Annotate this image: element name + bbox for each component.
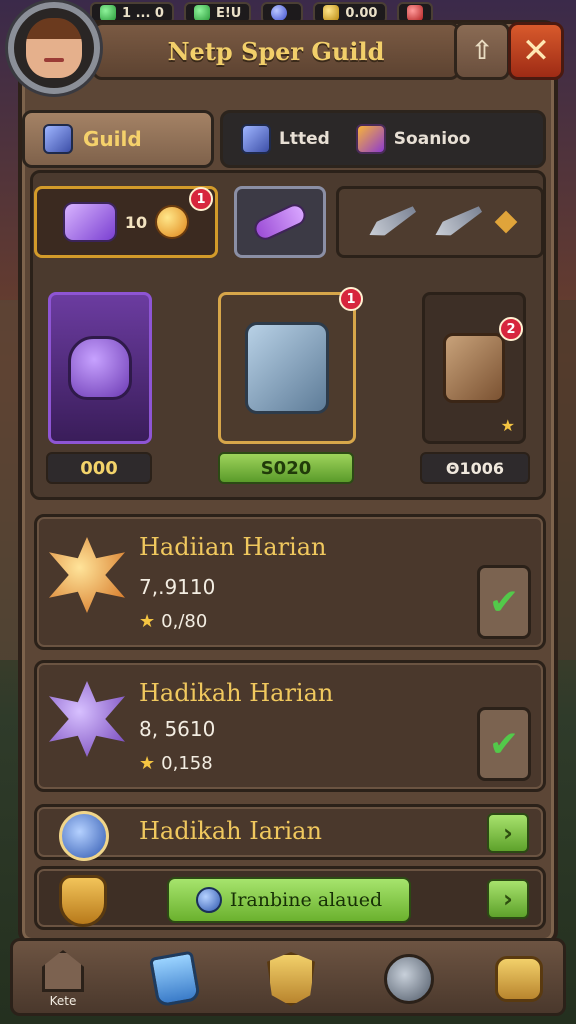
nav-map[interactable]	[377, 947, 441, 1011]
gold-orb-icon	[155, 205, 190, 239]
go-button[interactable]: ›	[487, 879, 529, 919]
purple-spirit-icon	[49, 681, 125, 757]
gold-shield-icon	[59, 875, 107, 927]
resource-value: E!U	[215, 5, 242, 21]
tab-group-secondary: Ltted Soanioo	[220, 110, 546, 168]
daily-reward-row: Hadikah Harian 8, 5610 ★ 0,158 ✔	[34, 660, 546, 792]
close-icon: ✕	[521, 31, 551, 71]
card-value: Θ1006	[420, 452, 530, 484]
relic-scroll-icon	[443, 333, 505, 403]
stone-golem-icon	[245, 322, 329, 414]
house-icon	[42, 950, 84, 992]
row-title: Hadikah Iarian	[139, 817, 322, 845]
gold-diamond-icon	[494, 210, 518, 234]
page-title: Netp Sper Guild	[167, 36, 385, 66]
blue-orb-icon	[195, 887, 222, 913]
window-header: Netp Sper Guild	[92, 22, 460, 80]
star-icon: ★	[500, 416, 515, 435]
resource-value: 1 ... 0	[122, 5, 164, 21]
purple-torch-icon	[250, 200, 310, 244]
dagger-icon	[365, 202, 418, 242]
star-value: 0,/80	[161, 611, 208, 632]
purple-potion-icon	[355, 124, 386, 154]
avatar-portrait-icon	[26, 18, 82, 78]
nav-home[interactable]: Kete	[31, 947, 95, 1011]
close-button[interactable]: ✕	[508, 22, 564, 80]
chevron-right-icon: ›	[503, 819, 513, 847]
green-gem-icon	[100, 5, 116, 21]
reward-card-golem[interactable]: 1	[218, 287, 363, 444]
star-icon: ★	[139, 753, 156, 774]
notification-badge: 2	[499, 317, 523, 341]
tab-label: Soanioo	[393, 129, 471, 149]
tab-guild[interactable]: Guild	[22, 110, 214, 168]
blue-crystal-icon	[241, 124, 271, 154]
slot-count: 10	[124, 212, 148, 232]
guild-action-label: Iranbine alaued	[229, 889, 383, 911]
go-button[interactable]: ›	[487, 813, 529, 853]
star-icon: ★	[139, 611, 156, 632]
up-arrow-icon: ⇧	[471, 36, 493, 66]
item-slot-torch[interactable]	[234, 186, 326, 258]
row-star-value: ★ 0,/80	[139, 611, 207, 632]
daily-reward-row: Hadiian Harian 7,.9110 ★ 0,/80 ✔	[34, 514, 546, 650]
guild-crystal-icon	[43, 124, 73, 154]
row-value: 7,.9110	[139, 575, 216, 599]
nav-label: Kete	[49, 994, 77, 1008]
red-alert-icon	[407, 5, 424, 21]
resource-value: 0.00	[345, 5, 378, 21]
row-title: Hadiian Harian	[139, 533, 327, 561]
reward-card-relic[interactable]: 2 ★	[422, 292, 526, 444]
green-crystal-icon	[193, 5, 210, 21]
guild-action-row: Iranbine alaued ›	[34, 866, 546, 930]
guild-action-button[interactable]: Iranbine alaued	[167, 877, 411, 923]
card-value-claim-button[interactable]: S020	[218, 452, 354, 484]
notification-badge: 1	[339, 287, 363, 311]
tab-soanioo[interactable]: Soanioo	[355, 124, 471, 154]
compass-icon	[384, 954, 434, 1004]
item-slot-daggers[interactable]	[336, 186, 544, 258]
item-slot-crystal[interactable]: 10 1	[34, 186, 218, 258]
shield-icon	[267, 952, 315, 1006]
menu-list-icon	[495, 956, 543, 1002]
tab-label: Guild	[83, 127, 142, 151]
claim-button[interactable]: ✔	[477, 565, 531, 639]
upgrade-button[interactable]: ⇧	[454, 22, 510, 80]
potion-cup-icon	[148, 950, 202, 1008]
golden-emblem-icon	[49, 537, 125, 613]
feather-medallion-icon	[59, 811, 109, 861]
nav-guild[interactable]	[259, 947, 323, 1011]
bottom-navigation: Kete	[10, 938, 566, 1016]
checkmark-icon: ✔	[488, 581, 520, 623]
claim-button[interactable]: ✔	[477, 707, 531, 781]
gold-ingot-icon	[323, 5, 340, 21]
tab-label: Ltted	[279, 129, 330, 149]
reward-card-creature[interactable]	[48, 292, 152, 444]
chevron-right-icon: ›	[503, 885, 513, 913]
purple-creature-icon	[68, 336, 132, 400]
row-value: 8, 5610	[139, 717, 216, 741]
nav-menu[interactable]	[487, 947, 551, 1011]
nav-potion[interactable]	[143, 947, 207, 1011]
card-value: 000	[46, 452, 152, 484]
blue-orb-icon	[271, 5, 288, 21]
purple-crystal-icon	[62, 202, 117, 242]
tab-ltted[interactable]: Ltted	[241, 124, 330, 154]
player-avatar[interactable]	[8, 2, 100, 94]
checkmark-icon: ✔	[488, 723, 520, 765]
notification-badge: 1	[189, 187, 213, 211]
daily-reward-row: Hadikah Iarian ›	[34, 804, 546, 861]
row-title: Hadikah Harian	[139, 679, 334, 707]
row-star-value: ★ 0,158	[139, 753, 213, 774]
dagger-icon	[431, 202, 484, 242]
star-value: 0,158	[161, 753, 213, 774]
